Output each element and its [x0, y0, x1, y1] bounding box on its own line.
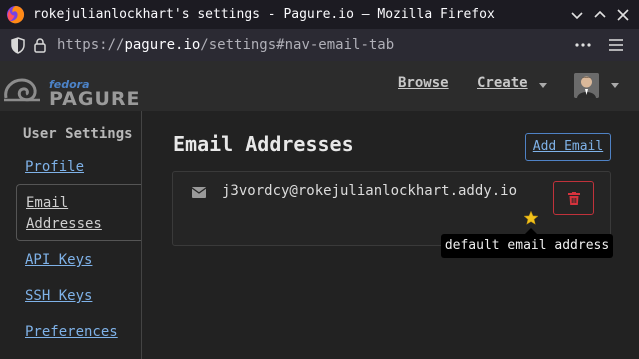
chevron-down-icon[interactable] — [569, 7, 585, 23]
close-icon[interactable] — [615, 7, 631, 23]
more-icon[interactable] — [574, 38, 592, 52]
default-email-tooltip: default email address — [441, 234, 613, 258]
star-icon[interactable] — [524, 211, 538, 225]
site-header: fedora PAGURE Browse Create — [0, 61, 639, 111]
settings-sidebar: User Settings Profile Email Addresses AP… — [15, 111, 142, 359]
hamburger-menu-icon[interactable] — [608, 38, 624, 52]
nav-browse-link[interactable]: Browse — [398, 75, 449, 91]
url-host: pagure.io — [124, 37, 201, 53]
page-title: Email Addresses — [173, 132, 354, 156]
window-title: rokejulianlockhart's settings - Pagure.i… — [33, 7, 495, 22]
pagure-logo-icon — [4, 78, 40, 102]
firefox-logo-icon — [6, 5, 25, 24]
sidebar-item-label: Email Addresses — [26, 195, 102, 232]
create-dropdown-caret-icon[interactable] — [539, 83, 547, 88]
url-prefix: https:// — [57, 37, 125, 53]
sidebar-item-ssh-keys[interactable]: SSH Keys — [25, 286, 92, 307]
pagure-logo[interactable]: fedora PAGURE — [2, 70, 140, 110]
nav-create-link[interactable]: Create — [477, 75, 528, 91]
sidebar-heading: User Settings — [23, 126, 133, 142]
email-address: j3vordcy@rokejulianlockhart.addy.io — [222, 183, 518, 199]
sidebar-item-profile[interactable]: Profile — [25, 157, 84, 178]
url-field[interactable]: https://pagure.io/settings#nav-email-tab — [57, 37, 394, 53]
envelope-icon — [192, 187, 206, 198]
user-dropdown-caret-icon[interactable] — [611, 83, 619, 88]
avatar[interactable] — [574, 73, 599, 98]
shield-icon[interactable] — [10, 37, 26, 54]
trash-icon — [568, 192, 580, 205]
window-titlebar: rokejulianlockhart's settings - Pagure.i… — [0, 0, 639, 30]
logo-pagure-text: PAGURE — [49, 88, 141, 110]
sidebar-item-api-keys[interactable]: API Keys — [25, 250, 92, 271]
settings-content: User Settings Profile Email Addresses AP… — [0, 111, 639, 359]
url-path: /settings#nav-email-tab — [200, 37, 395, 53]
sidebar-item-email-addresses[interactable]: Email Addresses — [16, 184, 141, 241]
sidebar-item-preferences[interactable]: Preferences — [25, 322, 118, 343]
chevron-up-icon[interactable] — [592, 7, 608, 23]
lock-icon[interactable] — [33, 37, 47, 54]
avatar-image — [574, 73, 599, 98]
add-email-button[interactable]: Add Email — [525, 133, 611, 161]
delete-email-button[interactable] — [553, 181, 594, 215]
